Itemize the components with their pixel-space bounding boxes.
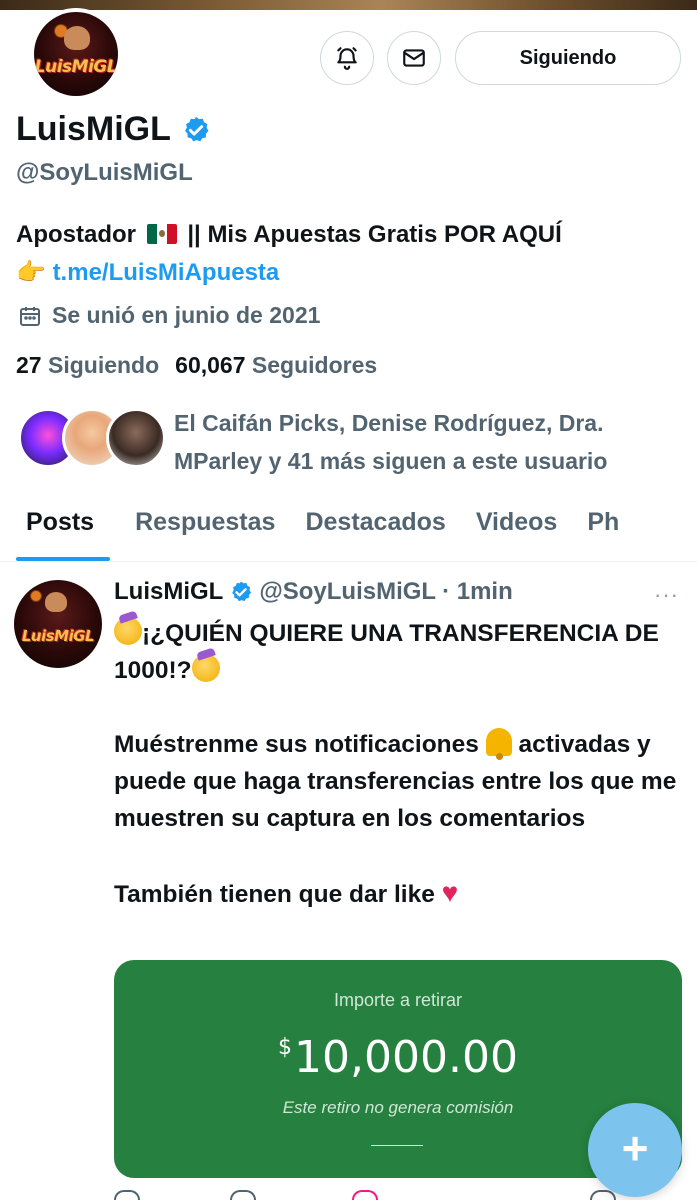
followers-link[interactable]: 60,067 Seguidores (175, 352, 377, 379)
heart-emoji-icon: ♥ (441, 877, 459, 908)
basketball-graphic (30, 590, 42, 602)
calendar-icon (20, 306, 40, 326)
tab-videos[interactable]: Videos (461, 488, 573, 561)
tab-replies[interactable]: Respuestas (120, 488, 290, 561)
bio-link[interactable]: t.me/LuisMiApuesta (53, 259, 280, 286)
profile-tabs: Posts Respuestas Destacados Videos Ph (0, 488, 697, 562)
plus-icon: + (621, 1122, 649, 1174)
followers-count: 60,067 (175, 352, 246, 378)
post-author-avatar[interactable]: LuisMiGL (14, 580, 102, 668)
bell-emoji-icon (485, 728, 512, 760)
post-author-name[interactable]: LuisMiGL (114, 578, 223, 606)
post-timestamp[interactable]: · 1min (442, 578, 513, 606)
following-label: Siguiendo (47, 352, 160, 378)
verified-badge-icon (232, 581, 252, 602)
avatar-character (45, 592, 67, 612)
media-amount: $10,000.00 (114, 1032, 682, 1083)
known-followers-avatars[interactable] (18, 408, 166, 468)
media-divider (371, 1145, 423, 1146)
post-line-4: También tienen que dar like (114, 881, 435, 908)
follow-stats: 27 Siguiendo 60,067 Seguidores (16, 352, 377, 379)
tab-photos[interactable]: Ph (572, 488, 634, 561)
following-count: 27 (16, 352, 42, 378)
bio-text-2: || Mis Apuestas Gratis POR AQUÍ (187, 221, 562, 248)
party-face-icon (191, 654, 220, 682)
media-amount-value: 10,000.00 (294, 1032, 518, 1083)
tab-highlights[interactable]: Destacados (290, 488, 460, 561)
profile-name-row: LuisMiGL (16, 110, 211, 149)
profile-avatar[interactable]: LuisMiGL (30, 8, 122, 100)
post-author-handle[interactable]: @SoyLuisMiGL (259, 578, 436, 606)
mail-icon (403, 49, 425, 67)
compose-post-button[interactable]: + (588, 1103, 682, 1197)
media-note: Este retiro no genera comisión (282, 1098, 514, 1117)
bell-icon (337, 47, 357, 70)
pointing-hand-icon: 👉 (16, 259, 46, 286)
message-button[interactable] (387, 31, 441, 85)
profile-banner[interactable] (0, 0, 697, 10)
follower-avatar (106, 408, 166, 468)
bio-text: Apostador (16, 221, 136, 248)
profile-name: LuisMiGL (16, 110, 171, 148)
avatar-logo-text: LuisMiGL (34, 57, 118, 77)
followers-label: Seguidores (251, 352, 378, 378)
mexico-flag-icon (146, 224, 177, 244)
tab-posts[interactable]: Posts (0, 488, 120, 561)
joined-text: Se unió en junio de 2021 (52, 302, 321, 328)
verified-badge-icon[interactable] (181, 115, 211, 145)
post-actions (110, 1190, 680, 1200)
repost-icon[interactable] (230, 1190, 256, 1200)
profile-handle: @SoyLuisMiGL (16, 159, 193, 186)
post-more-menu[interactable]: ··· (654, 582, 679, 608)
profile-bio: Apostador || Mis Apuestas Gratis POR AQU… (16, 216, 686, 292)
avatar-character (64, 26, 90, 50)
media-label: Importe a retirar (333, 990, 463, 1010)
media-currency: $ (278, 1035, 293, 1060)
like-icon[interactable] (352, 1190, 378, 1200)
post-header: LuisMiGL @SoyLuisMiGL · 1min (114, 578, 513, 606)
avatar-logo-text: LuisMiGL (21, 627, 95, 645)
following-button[interactable]: Siguiendo (455, 31, 681, 85)
post-line-2: Muéstrenme sus notificaciones (114, 731, 479, 758)
post-body: ¡¿QUIÉN QUIERE UNA TRANSFERENCIA DE 1000… (114, 615, 684, 913)
reply-icon[interactable] (114, 1190, 140, 1200)
known-followers-text[interactable]: El Caifán Picks, Denise Rodríguez, Dra. … (174, 404, 674, 480)
following-link[interactable]: 27 Siguiendo (16, 352, 159, 379)
party-face-icon (114, 617, 142, 645)
notifications-toggle-button[interactable] (320, 31, 374, 85)
joined-date: Se unió en junio de 2021 (18, 302, 320, 329)
